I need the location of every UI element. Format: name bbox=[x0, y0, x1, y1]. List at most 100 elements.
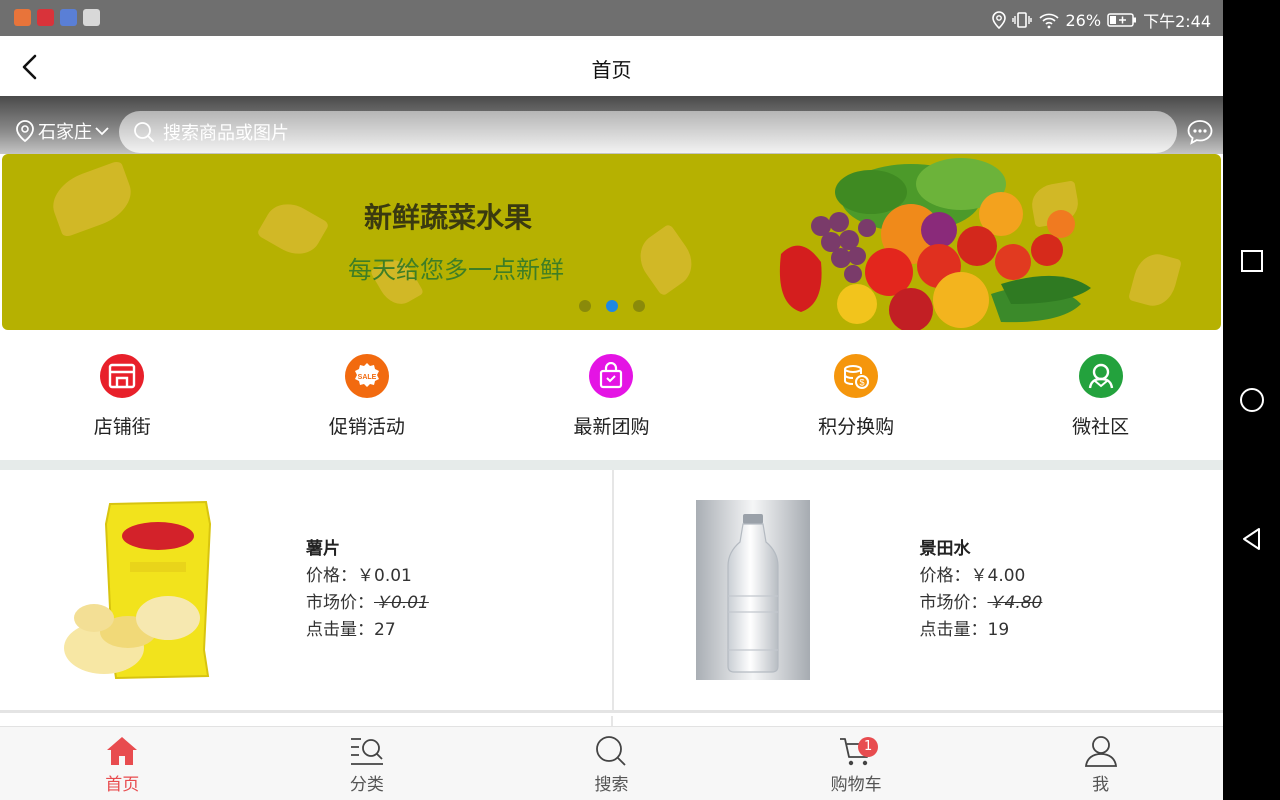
banner-pagination bbox=[579, 300, 645, 312]
search-placeholder: 搜索商品或图片 bbox=[163, 123, 289, 144]
product-card[interactable]: 景田水 价格：￥4.00 市场价：￥4.80 点击量：19 bbox=[611, 470, 1224, 710]
tab-label: 分类 bbox=[349, 775, 384, 795]
news-app-icon bbox=[37, 9, 54, 26]
product-price-row: 价格：￥0.01 bbox=[306, 563, 429, 590]
coins-icon: $ bbox=[834, 354, 879, 398]
tab-category[interactable]: 分类 bbox=[245, 727, 490, 800]
product-price: ￥4.00 bbox=[970, 566, 1026, 586]
category-search-icon bbox=[350, 738, 383, 765]
chat-bubble-icon bbox=[1187, 120, 1213, 145]
tab-label: 购物车 bbox=[830, 775, 882, 795]
product-clicks: 27 bbox=[374, 620, 396, 640]
product-grid: 薯片 价格：￥0.01 市场价：￥0.01 点击量：27 景田水 价格：￥4.0… bbox=[0, 470, 1223, 713]
product-image bbox=[58, 500, 228, 680]
banner-dot-2[interactable] bbox=[606, 300, 618, 312]
product-card[interactable]: 薯片 价格：￥0.01 市场价：￥0.01 点击量：27 bbox=[0, 470, 612, 710]
video-app-icon bbox=[14, 9, 31, 26]
leaf-decoration bbox=[45, 159, 139, 239]
leaf-decoration bbox=[630, 223, 702, 297]
quick-menu-group-buy[interactable]: 最新团购 bbox=[489, 330, 734, 460]
svg-text:SALE: SALE bbox=[358, 374, 377, 381]
clock: 下午2:44 bbox=[1143, 12, 1211, 31]
cart-badge: 1 bbox=[858, 737, 879, 757]
search-icon bbox=[134, 122, 154, 142]
price-label: 价格： bbox=[306, 566, 357, 586]
quick-menu-label: 促销活动 bbox=[328, 416, 405, 438]
quick-menu-points-exchange[interactable]: $ 积分换购 bbox=[734, 330, 979, 460]
system-navigation-bar bbox=[1223, 0, 1280, 800]
home-button[interactable] bbox=[1239, 387, 1265, 413]
app-screen: 26% 下午2:44 首页 石家庄 搜索商品或图片 新鲜蔬菜水果 每天给您多一点… bbox=[0, 0, 1223, 800]
quick-menu-label: 最新团购 bbox=[573, 416, 650, 438]
price-label: 价格： bbox=[919, 566, 971, 586]
misc-app-icon bbox=[83, 9, 100, 26]
market-price-label: 市场价： bbox=[306, 593, 374, 613]
vibrate-icon bbox=[1011, 12, 1032, 28]
market-price-label: 市场价： bbox=[919, 593, 988, 613]
svg-text:$: $ bbox=[860, 378, 865, 388]
banner-dot-3[interactable] bbox=[633, 300, 645, 312]
tab-label: 搜索 bbox=[594, 775, 629, 795]
recent-apps-button[interactable] bbox=[1239, 248, 1265, 274]
page-title: 首页 bbox=[591, 58, 632, 82]
product-price: ￥0.01 bbox=[357, 566, 412, 586]
product-clicks: 19 bbox=[987, 620, 1010, 640]
system-back-button[interactable] bbox=[1239, 526, 1265, 552]
product-market-price: ￥4.80 bbox=[987, 593, 1043, 613]
message-button[interactable] bbox=[1186, 118, 1214, 146]
chevron-down-icon bbox=[95, 127, 109, 136]
shopping-bag-icon bbox=[589, 354, 634, 398]
status-indicators: 26% 下午2:44 bbox=[991, 8, 1211, 32]
product-clicks-row: 点击量：19 bbox=[920, 617, 1043, 644]
community-icon bbox=[1078, 354, 1123, 398]
leaf-decoration bbox=[1127, 249, 1183, 311]
tab-cart[interactable]: 1 购物车 bbox=[734, 727, 979, 800]
storefront-icon bbox=[100, 354, 145, 398]
bottom-tab-bar: 首页 分类 搜索 1 购物车 我 bbox=[0, 726, 1223, 800]
status-bar: 26% 下午2:44 bbox=[0, 0, 1223, 36]
clicks-label: 点击量： bbox=[306, 620, 374, 640]
banner-subtitle: 每天给您多一点新鲜 bbox=[348, 256, 564, 284]
search-icon bbox=[596, 736, 627, 766]
product-market-price-row: 市场价：￥4.80 bbox=[920, 590, 1043, 617]
title-bar: 首页 bbox=[0, 36, 1223, 96]
product-name: 景田水 bbox=[919, 539, 971, 559]
location-icon bbox=[991, 11, 1006, 29]
location-pin-icon bbox=[16, 120, 34, 143]
city-name: 石家庄 bbox=[38, 122, 92, 143]
wifi-icon bbox=[1038, 13, 1059, 29]
clicks-label: 点击量： bbox=[919, 620, 988, 640]
user-icon bbox=[1084, 736, 1117, 767]
quick-menu-label: 店铺街 bbox=[93, 416, 151, 438]
tab-me[interactable]: 我 bbox=[978, 727, 1223, 800]
product-name: 薯片 bbox=[306, 539, 340, 559]
quick-menu-label: 积分换购 bbox=[818, 416, 895, 438]
leaf-decoration bbox=[256, 194, 330, 264]
product-image bbox=[695, 500, 810, 680]
product-clicks-row: 点击量：27 bbox=[306, 617, 429, 644]
section-divider bbox=[0, 460, 1223, 470]
tab-label: 我 bbox=[1092, 775, 1110, 795]
product-info: 薯片 价格：￥0.01 市场价：￥0.01 点击量：27 bbox=[306, 536, 429, 644]
product-market-price-row: 市场价：￥0.01 bbox=[306, 590, 429, 617]
notification-icons bbox=[14, 9, 100, 26]
tab-search[interactable]: 搜索 bbox=[489, 727, 734, 800]
banner-dot-1[interactable] bbox=[579, 300, 591, 312]
home-icon bbox=[107, 737, 138, 765]
vegetables-fruits-image bbox=[779, 158, 1091, 330]
quick-menu-community[interactable]: 微社区 bbox=[978, 330, 1223, 460]
search-bar: 石家庄 搜索商品或图片 bbox=[0, 96, 1223, 154]
quick-menu-label: 微社区 bbox=[1072, 416, 1130, 438]
quick-menu-promotions[interactable]: SALE 促销活动 bbox=[245, 330, 490, 460]
sale-badge-icon: SALE bbox=[344, 354, 389, 398]
product-info: 景田水 价格：￥4.00 市场价：￥4.80 点击量：19 bbox=[920, 536, 1043, 644]
tab-label: 首页 bbox=[105, 775, 140, 795]
promo-banner[interactable]: 新鲜蔬菜水果 每天给您多一点新鲜 bbox=[2, 154, 1221, 330]
banner-title: 新鲜蔬菜水果 bbox=[364, 201, 533, 234]
tab-home[interactable]: 首页 bbox=[0, 727, 245, 800]
city-selector[interactable]: 石家庄 bbox=[14, 118, 110, 144]
search-input[interactable]: 搜索商品或图片 bbox=[119, 111, 1177, 153]
music-app-icon bbox=[60, 9, 77, 26]
battery-percent: 26% bbox=[1065, 10, 1102, 30]
quick-menu-shop-street[interactable]: 店铺街 bbox=[0, 330, 245, 460]
